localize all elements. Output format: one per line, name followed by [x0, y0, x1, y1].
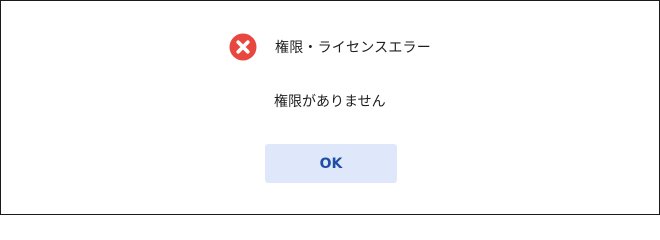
dialog-message: 権限がありません [274, 94, 386, 110]
ok-button[interactable]: OK [265, 144, 397, 183]
dialog-header: 権限・ライセンスエラー [229, 33, 431, 61]
dialog-title: 権限・ライセンスエラー [275, 40, 431, 56]
error-dialog: 権限・ライセンスエラー 権限がありません OK [0, 0, 660, 215]
error-x-icon [229, 33, 257, 61]
